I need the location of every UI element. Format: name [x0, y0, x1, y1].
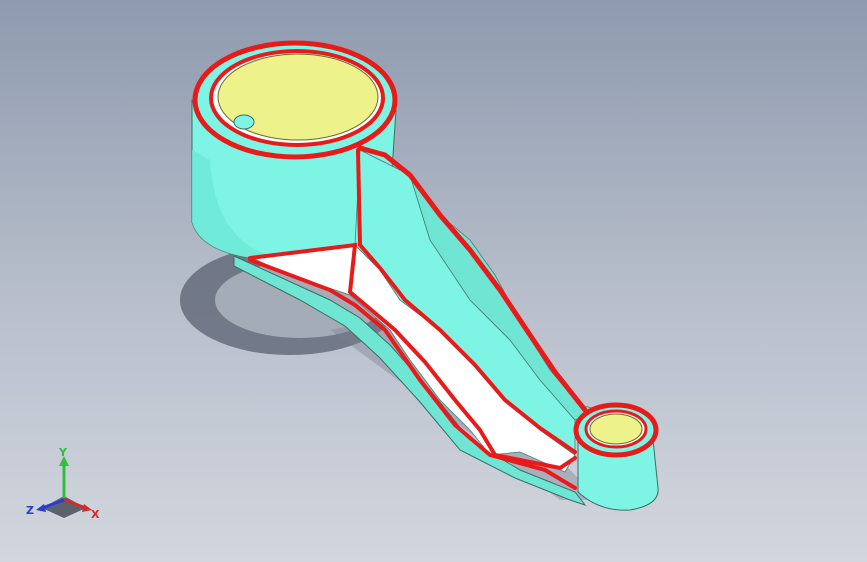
z-axis-label: Z: [26, 504, 34, 517]
y-axis-label: Y: [58, 448, 68, 459]
orientation-triad[interactable]: Y Z X: [24, 448, 104, 528]
x-axis-label: X: [91, 508, 100, 521]
part-model[interactable]: [0, 0, 867, 562]
bore-cross-hole: [233, 114, 255, 130]
z-axis-arrow-icon: [36, 504, 46, 512]
cad-viewport[interactable]: Y Z X: [0, 0, 867, 562]
small-boss-bore: [589, 413, 643, 445]
